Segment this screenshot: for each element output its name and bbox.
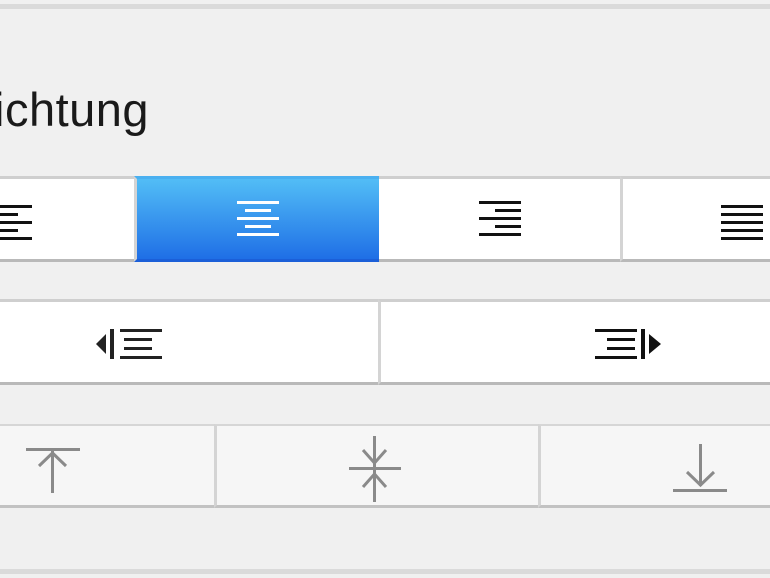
align-left-icon (0, 205, 32, 246)
align-right-icon (478, 201, 521, 237)
indent-control (0, 299, 770, 385)
decrease-indent-button[interactable] (0, 299, 378, 385)
top-divider (0, 4, 770, 9)
valign-bottom-button[interactable] (538, 424, 770, 508)
align-justify-icon (721, 205, 763, 246)
align-left-button[interactable] (0, 176, 134, 262)
align-top-icon (24, 446, 84, 499)
outdent-icon (96, 327, 164, 366)
align-middle-icon (345, 436, 405, 507)
align-justify-button[interactable] (620, 176, 770, 262)
bottom-divider (0, 569, 770, 574)
text-alignment-control (0, 176, 770, 262)
align-right-button[interactable] (379, 176, 620, 262)
indent-icon (595, 327, 663, 366)
section-heading: ichtung (0, 83, 150, 136)
valign-middle-button[interactable] (214, 424, 538, 508)
valign-top-button[interactable] (0, 424, 214, 508)
align-center-button[interactable] (134, 176, 379, 262)
increase-indent-button[interactable] (378, 299, 770, 385)
align-bottom-icon (671, 444, 731, 501)
align-center-icon (237, 201, 279, 237)
vertical-alignment-control (0, 424, 770, 508)
